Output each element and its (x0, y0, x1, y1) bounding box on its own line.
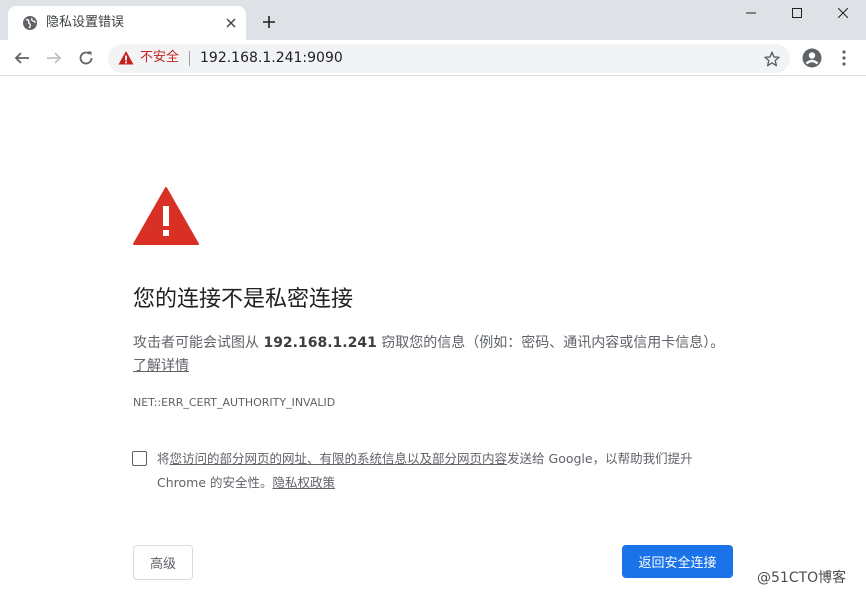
explanation-prefix: 攻击者可能会试图从 (133, 335, 264, 351)
optin-details-link[interactable]: 您访问的部分网页的网址、有限的系统信息以及部分网页内容 (170, 451, 508, 466)
advanced-button[interactable]: 高级 (133, 545, 193, 580)
back-to-safety-button[interactable]: 返回安全连接 (622, 545, 733, 578)
minimize-icon[interactable] (728, 0, 774, 26)
reload-icon[interactable] (73, 45, 99, 71)
bookmark-star-icon[interactable] (762, 49, 782, 69)
more-menu-icon[interactable] (834, 46, 854, 70)
safe-browsing-optin-checkbox[interactable] (132, 451, 147, 466)
tab-privacy-error[interactable]: 隐私设置错误 (8, 6, 246, 40)
not-secure-label[interactable]: 不安全 (140, 49, 179, 67)
tab-close-icon[interactable] (222, 14, 240, 32)
danger-warning-icon (133, 187, 199, 245)
address-divider (189, 51, 190, 66)
globe-icon (23, 16, 37, 30)
address-bar[interactable]: 不安全 192.168.1.241:9090 (108, 44, 790, 73)
optin-text: 将您访问的部分网页的网址、有限的系统信息以及部分网页内容发送给 Google，以… (157, 447, 727, 495)
maximize-icon[interactable] (774, 0, 820, 26)
tab-title: 隐私设置错误 (46, 15, 125, 30)
watermark: @51CTO博客 (757, 570, 847, 586)
browser-toolbar: 不安全 192.168.1.241:9090 (0, 40, 866, 76)
warning-icon[interactable] (118, 50, 134, 66)
profile-avatar-icon[interactable] (800, 46, 824, 70)
error-code: NET::ERR_CERT_AUTHORITY_INVALID (133, 396, 336, 409)
privacy-policy-link[interactable]: 隐私权政策 (273, 475, 336, 490)
optin-prefix: 将 (157, 451, 170, 466)
new-tab-icon[interactable] (258, 11, 280, 33)
url-text[interactable]: 192.168.1.241:9090 (200, 49, 343, 67)
explanation-suffix: 窃取您的信息（例如：密码、通讯内容或信用卡信息）。 (376, 335, 725, 351)
window-close-icon[interactable] (820, 0, 866, 26)
forward-arrow-icon[interactable] (41, 45, 67, 71)
learn-more-link[interactable]: 了解详情 (133, 358, 189, 374)
hostname: 192.168.1.241 (263, 335, 377, 351)
page-title: 您的连接不是私密连接 (133, 287, 354, 312)
back-arrow-icon[interactable] (9, 45, 35, 71)
tab-strip: 隐私设置错误 (0, 0, 866, 40)
explanation-text: 攻击者可能会试图从 192.168.1.241 窃取您的信息（例如：密码、通讯内… (133, 332, 733, 378)
browser-window: 隐私设置错误 不安全 192.168.1.241:9090 您的连接不是私密连接… (0, 0, 866, 595)
